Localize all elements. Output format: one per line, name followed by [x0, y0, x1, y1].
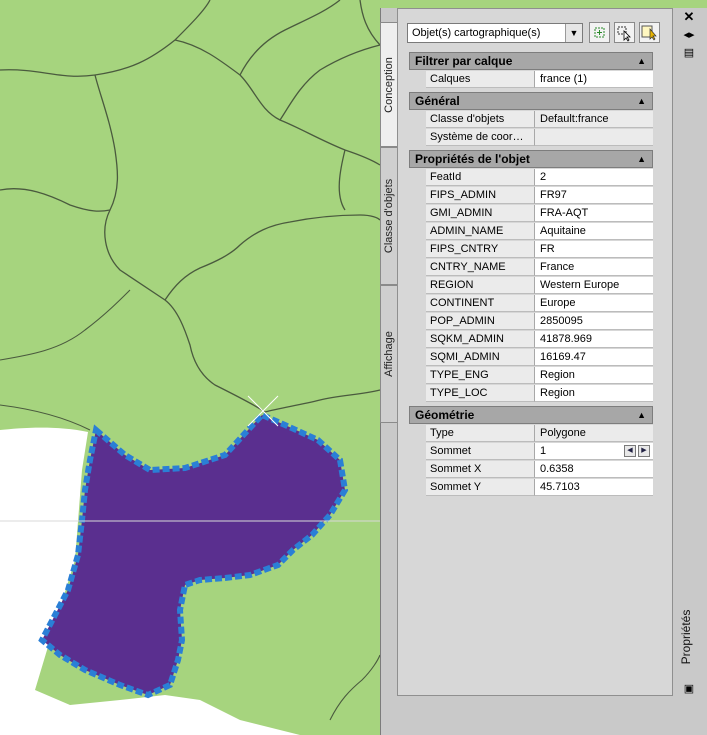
toggle-pickadd-button[interactable] [589, 22, 610, 43]
property-row[interactable]: FIPS_ADMIN FR97 [409, 187, 653, 205]
property-row[interactable]: FeatId 2 [409, 169, 653, 187]
previous-vertex-button[interactable]: ◀ [624, 445, 636, 457]
property-row[interactable]: REGION Western Europe [409, 277, 653, 295]
palette-title: Propriétés [679, 609, 693, 665]
property-row[interactable]: CNTRY_NAME France [409, 259, 653, 277]
next-vertex-button[interactable]: ▶ [638, 445, 650, 457]
chevron-down-icon[interactable]: ▼ [565, 24, 582, 42]
property-row[interactable]: POP_ADMIN 2850095 [409, 313, 653, 331]
tab-affichage[interactable]: Affichage [380, 285, 397, 423]
property-row[interactable]: Sommet Y 45.7103 [409, 479, 653, 497]
object-type-select[interactable]: Objet(s) cartographique(s) ▼ [407, 23, 583, 43]
section-geometry-header[interactable]: Géométrie ▲ [409, 406, 653, 424]
property-row[interactable]: CONTINENT Europe [409, 295, 653, 313]
select-objects-button[interactable] [614, 22, 635, 43]
tab-classe-objets[interactable]: Classe d'objets [380, 147, 397, 285]
quick-select-button[interactable] [639, 22, 660, 43]
property-row[interactable]: Type Polygone [409, 425, 653, 443]
property-row[interactable]: Calques france (1) [409, 71, 653, 89]
pickadd-icon [594, 27, 605, 38]
palette-icon: ▣ [683, 683, 695, 695]
property-row[interactable]: Sommet X 0.6358 [409, 461, 653, 479]
close-icon[interactable]: ✕ [682, 10, 696, 23]
collapse-icon: ▲ [637, 410, 646, 420]
property-row[interactable]: TYPE_ENG Region [409, 367, 653, 385]
tab-conception[interactable]: Conception [380, 22, 397, 147]
collapse-icon: ▲ [637, 154, 646, 164]
property-row[interactable]: Classe d'objets Default:france [409, 111, 653, 129]
property-row[interactable]: GMI_ADMIN FRA-AQT [409, 205, 653, 223]
quick-select-icon [641, 25, 657, 41]
section-filter-header[interactable]: Filtrer par calque ▲ [409, 52, 653, 70]
properties-menu-icon[interactable]: ▤ [682, 47, 696, 59]
autohide-icon[interactable]: ◂▸ [682, 29, 696, 41]
section-general-header[interactable]: Général ▲ [409, 92, 653, 110]
vertex-value[interactable]: 1 ◀ ▶ [535, 443, 653, 460]
collapse-icon: ▲ [637, 96, 646, 106]
section-props-header[interactable]: Propriétés de l'objet ▲ [409, 150, 653, 168]
property-row[interactable]: ADMIN_NAME Aquitaine [409, 223, 653, 241]
property-row[interactable]: FIPS_CNTRY FR [409, 241, 653, 259]
cursor-select-icon [617, 26, 631, 42]
property-row[interactable]: Sommet 1 ◀ ▶ [409, 443, 653, 461]
collapse-icon: ▲ [637, 56, 646, 66]
property-row[interactable]: Système de coor… [409, 129, 653, 147]
property-row[interactable]: SQMI_ADMIN 16169.47 [409, 349, 653, 367]
property-row[interactable]: SQKM_ADMIN 41878.969 [409, 331, 653, 349]
property-row[interactable]: TYPE_LOC Region [409, 385, 653, 403]
